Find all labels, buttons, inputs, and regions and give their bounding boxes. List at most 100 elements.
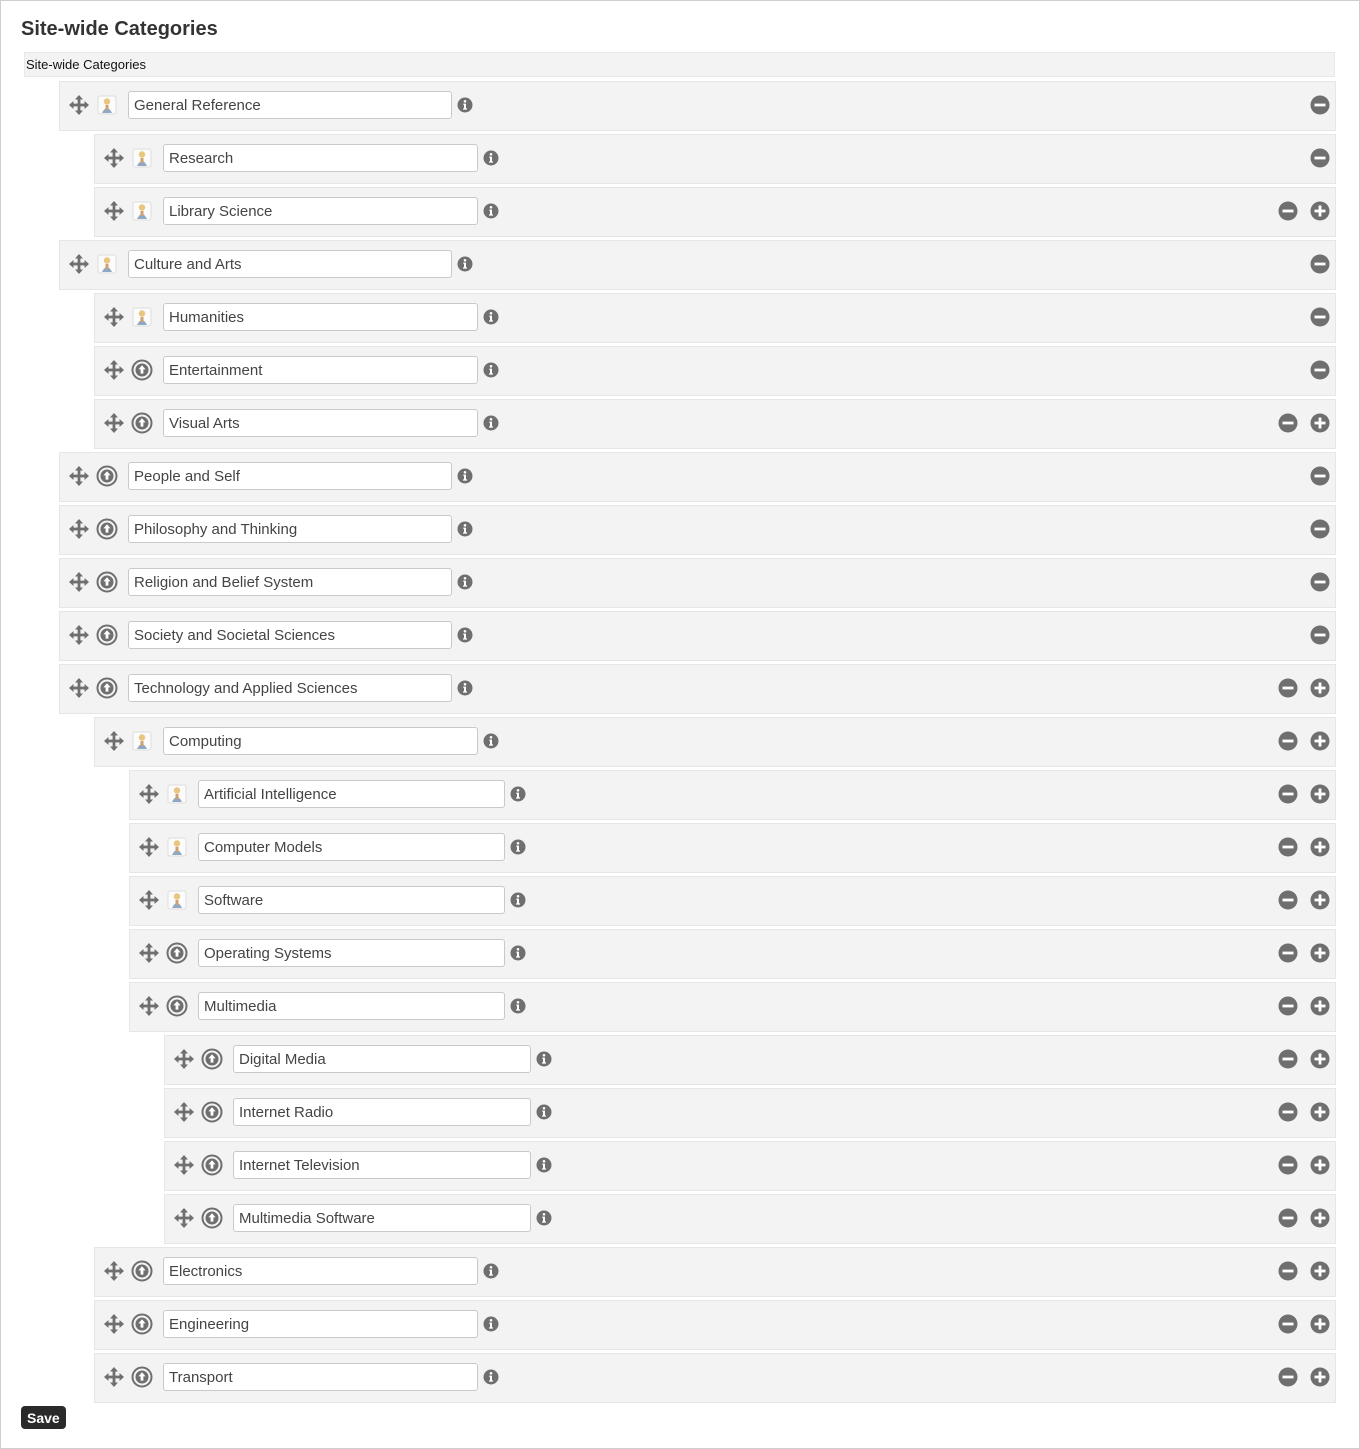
category-name-input[interactable]: [198, 780, 505, 808]
add-subcategory-icon[interactable]: [1310, 784, 1330, 804]
remove-category-icon[interactable]: [1278, 943, 1298, 963]
add-subcategory-icon[interactable]: [1310, 1049, 1330, 1069]
info-icon[interactable]: [536, 1157, 552, 1173]
save-button[interactable]: Save: [21, 1406, 66, 1429]
info-icon[interactable]: [510, 786, 526, 802]
drag-handle-icon[interactable]: [139, 943, 159, 963]
upload-icon[interactable]: [131, 1366, 153, 1388]
drag-handle-icon[interactable]: [104, 1367, 124, 1387]
remove-category-icon[interactable]: [1278, 731, 1298, 751]
drag-handle-icon[interactable]: [139, 890, 159, 910]
upload-icon[interactable]: [201, 1207, 223, 1229]
drag-handle-icon[interactable]: [69, 254, 89, 274]
remove-category-icon[interactable]: [1278, 413, 1298, 433]
category-image-icon[interactable]: [166, 889, 188, 911]
category-image-icon[interactable]: [166, 783, 188, 805]
drag-handle-icon[interactable]: [174, 1155, 194, 1175]
drag-handle-icon[interactable]: [69, 95, 89, 115]
drag-handle-icon[interactable]: [104, 731, 124, 751]
drag-handle-icon[interactable]: [69, 519, 89, 539]
info-icon[interactable]: [536, 1051, 552, 1067]
remove-category-icon[interactable]: [1278, 1261, 1298, 1281]
category-image-icon[interactable]: [131, 147, 153, 169]
drag-handle-icon[interactable]: [139, 996, 159, 1016]
info-icon[interactable]: [510, 839, 526, 855]
upload-icon[interactable]: [201, 1048, 223, 1070]
remove-category-icon[interactable]: [1278, 1155, 1298, 1175]
remove-category-icon[interactable]: [1278, 201, 1298, 221]
remove-category-icon[interactable]: [1278, 784, 1298, 804]
category-name-input[interactable]: [163, 1363, 478, 1391]
remove-category-icon[interactable]: [1278, 1102, 1298, 1122]
info-icon[interactable]: [483, 150, 499, 166]
drag-handle-icon[interactable]: [174, 1208, 194, 1228]
info-icon[interactable]: [483, 1369, 499, 1385]
add-subcategory-icon[interactable]: [1310, 1314, 1330, 1334]
info-icon[interactable]: [536, 1210, 552, 1226]
category-image-icon[interactable]: [131, 730, 153, 752]
drag-handle-icon[interactable]: [139, 784, 159, 804]
category-image-icon[interactable]: [131, 200, 153, 222]
category-name-input[interactable]: [128, 674, 452, 702]
remove-category-icon[interactable]: [1278, 678, 1298, 698]
category-image-icon[interactable]: [96, 253, 118, 275]
category-image-icon[interactable]: [96, 94, 118, 116]
upload-icon[interactable]: [96, 677, 118, 699]
info-icon[interactable]: [457, 521, 473, 537]
category-name-input[interactable]: [163, 409, 478, 437]
drag-handle-icon[interactable]: [174, 1049, 194, 1069]
info-icon[interactable]: [483, 415, 499, 431]
add-subcategory-icon[interactable]: [1310, 201, 1330, 221]
add-subcategory-icon[interactable]: [1310, 678, 1330, 698]
category-name-input[interactable]: [198, 939, 505, 967]
upload-icon[interactable]: [131, 1313, 153, 1335]
remove-category-icon[interactable]: [1278, 1049, 1298, 1069]
info-icon[interactable]: [510, 892, 526, 908]
info-icon[interactable]: [510, 945, 526, 961]
drag-handle-icon[interactable]: [69, 466, 89, 486]
category-name-input[interactable]: [163, 356, 478, 384]
upload-icon[interactable]: [131, 412, 153, 434]
info-icon[interactable]: [457, 468, 473, 484]
drag-handle-icon[interactable]: [104, 307, 124, 327]
drag-handle-icon[interactable]: [174, 1102, 194, 1122]
drag-handle-icon[interactable]: [104, 1314, 124, 1334]
upload-icon[interactable]: [131, 1260, 153, 1282]
upload-icon[interactable]: [201, 1101, 223, 1123]
category-image-icon[interactable]: [131, 306, 153, 328]
add-subcategory-icon[interactable]: [1310, 1155, 1330, 1175]
add-subcategory-icon[interactable]: [1310, 1208, 1330, 1228]
remove-category-icon[interactable]: [1278, 890, 1298, 910]
category-name-input[interactable]: [128, 250, 452, 278]
remove-category-icon[interactable]: [1278, 837, 1298, 857]
category-name-input[interactable]: [163, 1310, 478, 1338]
category-name-input[interactable]: [163, 303, 478, 331]
upload-icon[interactable]: [96, 518, 118, 540]
remove-category-icon[interactable]: [1310, 95, 1330, 115]
remove-category-icon[interactable]: [1278, 1367, 1298, 1387]
drag-handle-icon[interactable]: [104, 201, 124, 221]
upload-icon[interactable]: [201, 1154, 223, 1176]
info-icon[interactable]: [457, 574, 473, 590]
info-icon[interactable]: [483, 309, 499, 325]
upload-icon[interactable]: [166, 942, 188, 964]
info-icon[interactable]: [457, 256, 473, 272]
category-name-input[interactable]: [128, 621, 452, 649]
add-subcategory-icon[interactable]: [1310, 996, 1330, 1016]
upload-icon[interactable]: [131, 359, 153, 381]
remove-category-icon[interactable]: [1278, 1314, 1298, 1334]
category-name-input[interactable]: [163, 1257, 478, 1285]
category-name-input[interactable]: [233, 1151, 531, 1179]
drag-handle-icon[interactable]: [69, 678, 89, 698]
remove-category-icon[interactable]: [1278, 996, 1298, 1016]
add-subcategory-icon[interactable]: [1310, 890, 1330, 910]
remove-category-icon[interactable]: [1310, 625, 1330, 645]
remove-category-icon[interactable]: [1278, 1208, 1298, 1228]
category-name-input[interactable]: [198, 992, 505, 1020]
info-icon[interactable]: [457, 97, 473, 113]
info-icon[interactable]: [457, 627, 473, 643]
upload-icon[interactable]: [166, 995, 188, 1017]
info-icon[interactable]: [483, 1263, 499, 1279]
upload-icon[interactable]: [96, 624, 118, 646]
remove-category-icon[interactable]: [1310, 254, 1330, 274]
